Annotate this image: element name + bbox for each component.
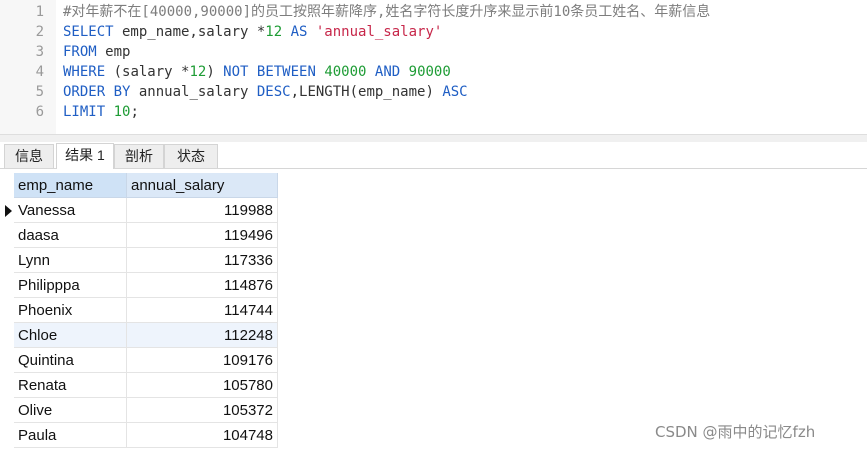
table-row[interactable]: Chloe 112248 (0, 323, 278, 348)
code-token: annual_salary (130, 84, 257, 100)
cell-emp-name[interactable]: Renata (14, 373, 127, 398)
current-row-arrow-icon (5, 205, 12, 217)
code-text: SELECT emp_name,salary *12 AS 'annual_sa… (63, 22, 442, 42)
tab-profile[interactable]: 剖析 (114, 144, 164, 168)
code-token: 40000 (324, 64, 367, 80)
cell-emp-name[interactable]: Lynn (14, 248, 127, 273)
code-line[interactable]: 4 WHERE (salary *12) NOT BETWEEN 40000 AN… (0, 62, 867, 82)
code-token: emp_name,salary * (113, 24, 266, 40)
code-token: 90000 (408, 64, 451, 80)
cell-emp-name[interactable]: daasa (14, 223, 127, 248)
code-token: 12 (189, 64, 207, 80)
cell-annual-salary[interactable]: 117336 (127, 248, 278, 273)
row-indicator[interactable] (0, 398, 14, 423)
code-token: ; (130, 104, 139, 120)
cell-annual-salary[interactable]: 104748 (127, 423, 278, 448)
row-indicator[interactable] (0, 273, 14, 298)
row-indicator[interactable] (0, 248, 14, 273)
header-indicator-cell (0, 173, 14, 198)
code-text: LIMIT 10; (63, 102, 139, 122)
cell-annual-salary[interactable]: 119988 (127, 198, 278, 223)
row-indicator[interactable] (0, 373, 14, 398)
code-text: #对年薪不在[40000,90000]的员工按照年薪降序,姓名字符长度升序来显示… (63, 2, 710, 22)
tab-status[interactable]: 状态 (164, 144, 218, 168)
code-token: AND (366, 64, 409, 80)
cell-annual-salary[interactable]: 105780 (127, 373, 278, 398)
table-row[interactable]: Phoenix 114744 (0, 298, 278, 323)
code-token: 12 (265, 24, 283, 40)
line-number: 6 (35, 104, 44, 120)
code-token: #对年薪不在[40000,90000]的员工按照年薪降序,姓名字符长度升序来显示… (63, 4, 711, 20)
code-token: WHERE (63, 64, 106, 80)
table-row[interactable]: Renata 105780 (0, 373, 278, 398)
code-line[interactable]: 5 ORDER BY annual_salary DESC,LENGTH(emp_… (0, 82, 867, 102)
cell-emp-name[interactable]: Phoenix (14, 298, 127, 323)
cell-annual-salary[interactable]: 109176 (127, 348, 278, 373)
code-token: NOT BETWEEN (223, 64, 316, 80)
line-number: 3 (35, 44, 44, 60)
code-line[interactable]: 2 SELECT emp_name,salary *12 AS 'annual_s… (0, 22, 867, 42)
code-token: FROM (63, 44, 97, 60)
code-token: LIMIT (63, 104, 106, 120)
cell-emp-name[interactable]: Paula (14, 423, 127, 448)
code-text: WHERE (salary *12) NOT BETWEEN 40000 AND… (63, 62, 451, 82)
code-text: ORDER BY annual_salary DESC,LENGTH(emp_n… (63, 82, 468, 102)
cell-emp-name[interactable]: Quintina (14, 348, 127, 373)
grid-header-row: emp_name annual_salary (0, 173, 278, 198)
table-row[interactable]: Olive 105372 (0, 398, 278, 423)
line-number: 1 (35, 4, 44, 20)
cell-emp-name[interactable]: Vanessa (14, 198, 127, 223)
watermark: CSDN @雨中的记忆fzh (655, 423, 816, 441)
column-header-emp-name[interactable]: emp_name (14, 173, 127, 198)
code-token: SELECT (63, 24, 114, 40)
table-row[interactable]: Paula 104748 (0, 423, 278, 448)
tab-result-1[interactable]: 结果 1 (56, 143, 114, 169)
table-row[interactable]: Philipppa 114876 (0, 273, 278, 298)
line-number: 2 (35, 24, 44, 40)
row-indicator[interactable] (0, 298, 14, 323)
cell-annual-salary[interactable]: 119496 (127, 223, 278, 248)
table-row[interactable]: Quintina 109176 (0, 348, 278, 373)
cell-emp-name[interactable]: Chloe (14, 323, 127, 348)
row-indicator[interactable] (0, 223, 14, 248)
code-token: ASC (442, 84, 468, 100)
row-indicator[interactable] (0, 323, 14, 348)
code-token: AS (282, 24, 316, 40)
code-token: ,LENGTH(emp_name) (290, 84, 443, 100)
cell-emp-name[interactable]: Philipppa (14, 273, 127, 298)
row-indicator[interactable] (0, 348, 14, 373)
code-token: DESC (256, 84, 291, 100)
cell-annual-salary[interactable]: 105372 (127, 398, 278, 423)
result-tabs: 信息 结果 1 剖析 状态 (0, 142, 867, 169)
tab-info[interactable]: 信息 (4, 144, 54, 168)
code-token: emp (96, 44, 131, 60)
code-line[interactable]: 6 LIMIT 10; (0, 102, 867, 122)
cell-emp-name[interactable]: Olive (14, 398, 127, 423)
code-token: ORDER BY (63, 84, 131, 100)
code-token: (salary * (105, 64, 190, 80)
table-row[interactable]: daasa 119496 (0, 223, 278, 248)
column-header-annual-salary[interactable]: annual_salary (127, 173, 278, 198)
table-row[interactable]: Lynn 117336 (0, 248, 278, 273)
table-row[interactable]: Vanessa 119988 (0, 198, 278, 223)
row-indicator[interactable] (0, 198, 14, 223)
code-text: FROM emp (63, 42, 130, 62)
sql-editor[interactable]: 1 #对年薪不在[40000,90000]的员工按照年薪降序,姓名字符长度升序来显… (0, 0, 867, 134)
code-token: 'annual_salary' (315, 24, 443, 40)
code-line[interactable]: 3 FROM emp (0, 42, 867, 62)
cell-annual-salary[interactable]: 114744 (127, 298, 278, 323)
cell-annual-salary[interactable]: 112248 (127, 323, 278, 348)
row-indicator[interactable] (0, 423, 14, 448)
line-number: 4 (35, 64, 44, 80)
code-token: 10 (113, 104, 131, 120)
cell-annual-salary[interactable]: 114876 (127, 273, 278, 298)
line-number: 5 (35, 84, 44, 100)
code-token: ) (206, 64, 224, 80)
code-line[interactable]: 1 #对年薪不在[40000,90000]的员工按照年薪降序,姓名字符长度升序来显… (0, 2, 867, 22)
